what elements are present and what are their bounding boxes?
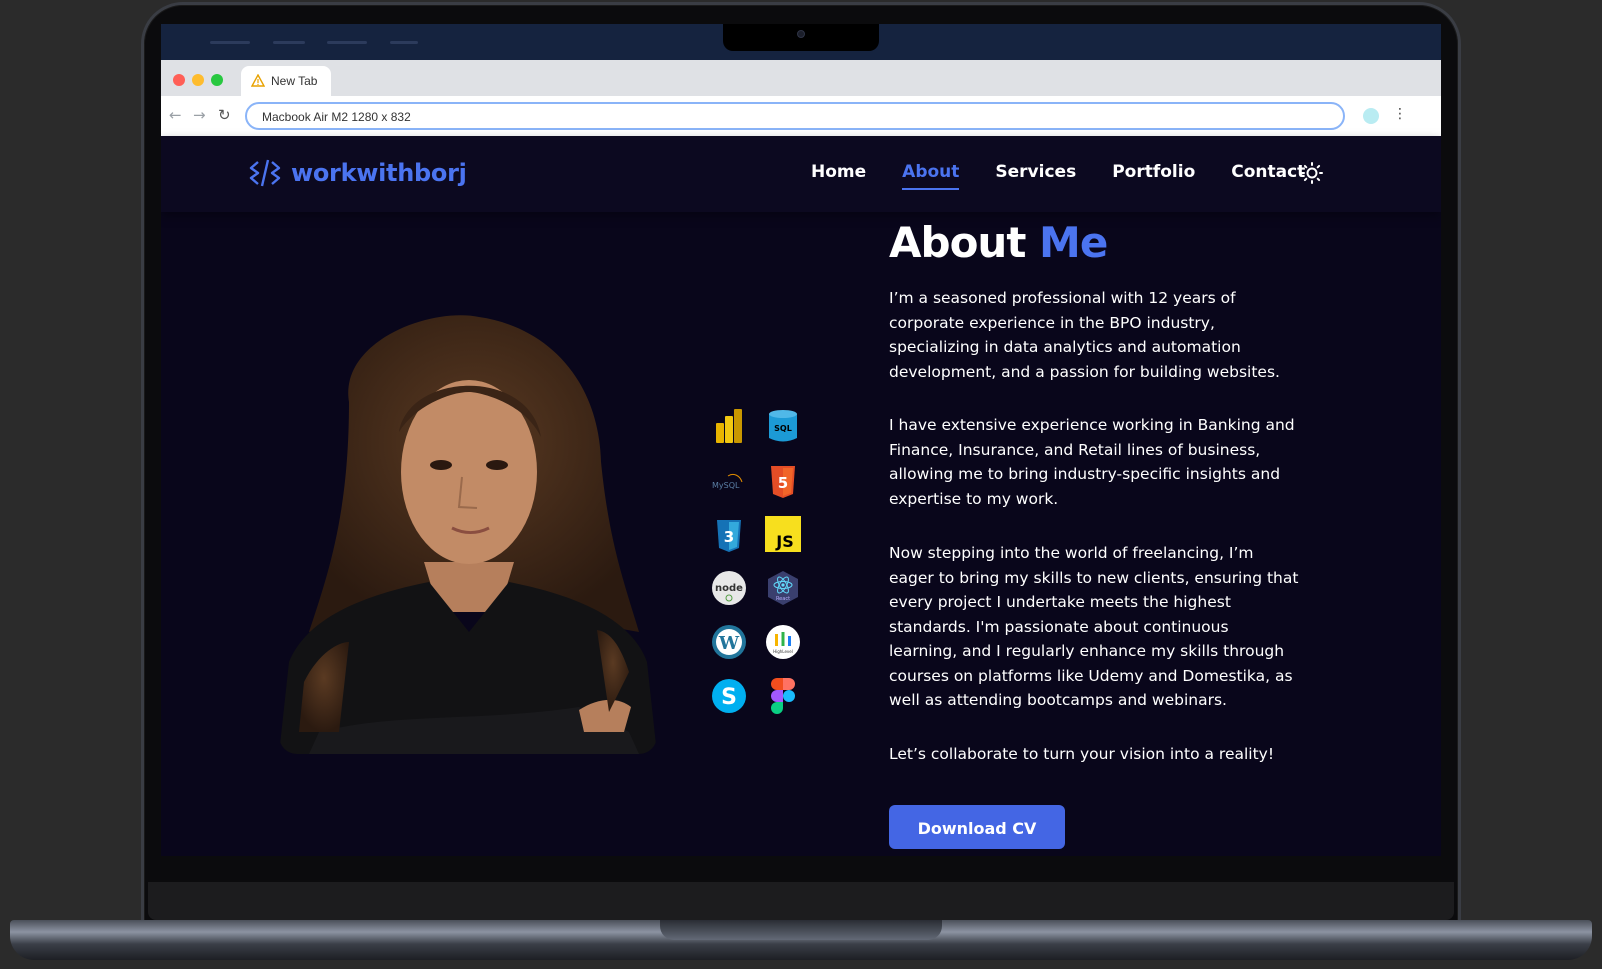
nav-portfolio[interactable]: Portfolio — [1112, 162, 1195, 190]
figma-icon — [765, 678, 801, 714]
address-bar[interactable]: Macbook Air M2 1280 x 832 — [245, 102, 1345, 130]
warning-icon — [251, 74, 265, 87]
react-label: React — [776, 596, 790, 602]
browser-tab[interactable]: New Tab — [241, 66, 331, 96]
menu-placeholder[interactable] — [210, 41, 250, 44]
highlevel-label: HighLevel — [773, 649, 793, 654]
logo-text: workwithborj — [291, 159, 467, 187]
menu-placeholder[interactable] — [390, 41, 418, 44]
site-logo[interactable]: workwithborj — [249, 158, 467, 188]
sql-label: SQL — [774, 424, 792, 433]
back-arrow-icon[interactable]: ← — [169, 106, 182, 124]
nodejs-label: node — [715, 583, 743, 594]
minimize-window-button[interactable] — [192, 74, 204, 86]
camera-notch — [723, 24, 879, 51]
main-nav: Home About Services Portfolio Contact — [811, 162, 1305, 190]
skype-label: S — [721, 685, 737, 710]
about-heading: About Me — [889, 218, 1108, 267]
sql-icon: SQL — [765, 408, 801, 444]
css3-label: 3 — [724, 528, 734, 546]
about-paragraph-freelancing: Now stepping into the world of freelanci… — [889, 544, 1299, 709]
css3-icon: 3 — [711, 518, 747, 554]
menu-placeholder[interactable] — [273, 41, 305, 44]
highlevel-icon: HighLevel — [765, 624, 801, 660]
nav-about[interactable]: About — [902, 162, 960, 190]
skype-icon: S — [711, 678, 747, 714]
wordpress-label: W — [718, 633, 740, 654]
download-cv-button[interactable]: Download CV — [889, 805, 1065, 849]
nav-services[interactable]: Services — [995, 162, 1076, 190]
maximize-window-button[interactable] — [211, 74, 223, 86]
laptop-screen: New Tab ← → ↻ Macbook Air M2 1280 x 832 … — [161, 24, 1441, 856]
javascript-icon: JS — [765, 516, 801, 552]
about-heading-accent: Me — [1039, 218, 1108, 267]
html5-icon: 5 — [765, 464, 801, 500]
nodejs-icon: node — [711, 570, 747, 606]
powerbi-icon — [711, 408, 747, 444]
browser-toolbar: ← → ↻ Macbook Air M2 1280 x 832 ⋮ — [161, 96, 1441, 136]
camera-icon — [797, 30, 805, 38]
react-icon: React — [765, 570, 801, 606]
about-paragraph-cta: Let’s collaborate to turn your vision in… — [889, 745, 1275, 763]
forward-arrow-icon[interactable]: → — [193, 106, 206, 124]
more-menu-icon[interactable]: ⋮ — [1393, 107, 1407, 121]
about-paragraph-intro: I’m a seasoned professional with 12 year… — [889, 289, 1280, 381]
code-logo-icon — [249, 159, 281, 187]
close-window-button[interactable] — [173, 74, 185, 86]
html5-label: 5 — [778, 474, 788, 492]
profile-photo — [279, 315, 657, 754]
laptop-bezel — [148, 882, 1454, 920]
site-header: workwithborj Home About Services Portfol… — [161, 136, 1441, 212]
nav-contact[interactable]: Contact — [1231, 162, 1305, 190]
about-paragraph-experience: I have extensive experience working in B… — [889, 416, 1295, 508]
browser-tabbar: New Tab — [161, 60, 1441, 96]
sun-icon[interactable] — [1301, 162, 1323, 184]
about-heading-main: About — [889, 218, 1040, 267]
mysql-label: MySQL — [712, 481, 740, 490]
website: workwithborj Home About Services Portfol… — [161, 136, 1441, 856]
reload-icon[interactable]: ↻ — [218, 106, 231, 124]
mac-menubar — [161, 24, 1441, 60]
apple-icon[interactable] — [177, 34, 191, 50]
wordpress-icon: W — [711, 624, 747, 660]
tab-title: New Tab — [271, 74, 318, 88]
javascript-label: JS — [775, 532, 793, 551]
menu-placeholder[interactable] — [327, 41, 367, 44]
nav-home[interactable]: Home — [811, 162, 866, 190]
profile-avatar[interactable] — [1363, 108, 1379, 124]
mysql-icon: MySQL — [711, 464, 747, 500]
laptop-hinge-groove — [660, 920, 942, 940]
